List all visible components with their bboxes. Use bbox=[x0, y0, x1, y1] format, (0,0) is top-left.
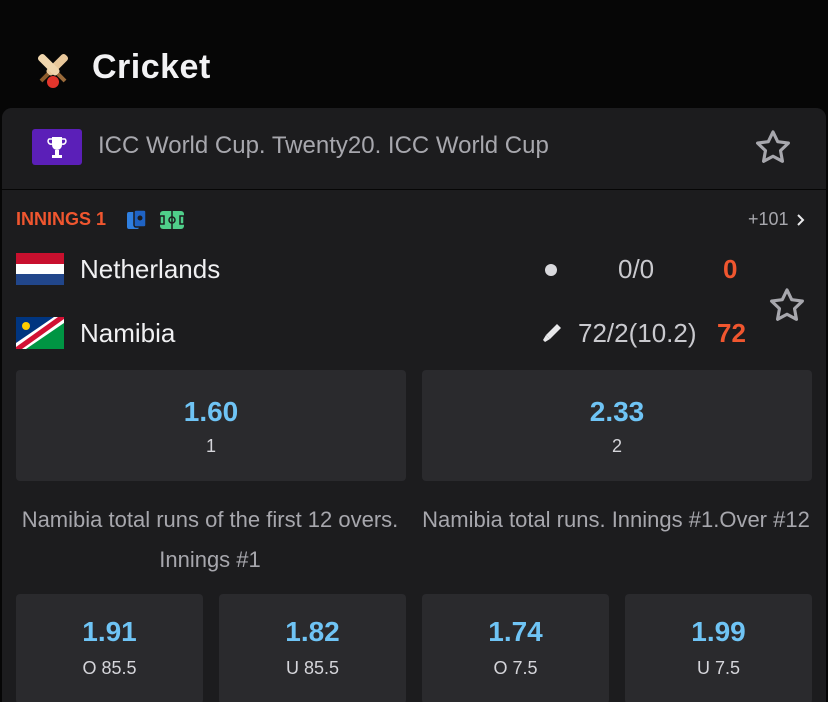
team-detail-away: 72/2(10.2) bbox=[578, 318, 697, 348]
league-header[interactable]: ICC World Cup. Twenty20. ICC World Cup bbox=[2, 108, 826, 190]
odd-label: U 85.5 bbox=[285, 658, 340, 678]
team-score-away: 72 bbox=[717, 318, 746, 348]
odd-value: 1.99 bbox=[691, 616, 746, 647]
odd-button-under[interactable]: 1.82 U 85.5 bbox=[219, 594, 406, 702]
team-detail-home: 0/0 bbox=[618, 254, 655, 284]
page-title: Cricket bbox=[92, 48, 211, 86]
team-name-away: Namibia bbox=[80, 318, 176, 348]
trophy-icon bbox=[47, 137, 67, 158]
field-icon bbox=[159, 211, 185, 229]
market-title: Namibia total runs of the first 12 overs… bbox=[21, 507, 399, 572]
odd-button-away[interactable]: 2.33 2 bbox=[422, 370, 812, 481]
netherlands-flag-icon bbox=[16, 253, 64, 285]
odd-button-home[interactable]: 1.60 1 bbox=[16, 370, 406, 481]
innings-status: INNINGS 1 bbox=[16, 209, 107, 229]
odd-label: U 7.5 bbox=[696, 658, 741, 678]
page-header: Cricket bbox=[0, 0, 828, 108]
more-markets-link[interactable]: +101 bbox=[748, 209, 789, 230]
odd-value: 1.74 bbox=[488, 616, 543, 647]
odd-value: 1.60 bbox=[183, 396, 239, 427]
star-outline-icon[interactable] bbox=[752, 127, 794, 169]
market-title: Namibia total runs. Innings #1.Over #12 bbox=[422, 507, 810, 532]
odd-button-over[interactable]: 1.74 O 7.5 bbox=[422, 594, 609, 702]
star-outline-icon[interactable] bbox=[766, 285, 808, 327]
league-name: ICC World Cup. Twenty20. ICC World Cup bbox=[98, 132, 549, 159]
odd-value: 1.82 bbox=[285, 616, 340, 647]
odd-label: 1 bbox=[205, 436, 216, 456]
odd-value: 2.33 bbox=[589, 396, 645, 427]
odd-label: O 85.5 bbox=[82, 658, 137, 678]
ball-dot-icon bbox=[545, 264, 557, 276]
cards-icon bbox=[127, 209, 147, 229]
odd-value: 1.91 bbox=[82, 616, 137, 647]
odd-label: O 7.5 bbox=[493, 658, 538, 678]
bat-icon bbox=[543, 324, 561, 342]
odd-button-under[interactable]: 1.99 U 7.5 bbox=[625, 594, 812, 702]
team-score-home: 0 bbox=[723, 254, 738, 284]
chevron-right-icon[interactable] bbox=[794, 211, 808, 229]
odd-button-over[interactable]: 1.91 O 85.5 bbox=[16, 594, 203, 702]
league-logo bbox=[32, 129, 82, 165]
namibia-flag-icon bbox=[16, 317, 64, 349]
team-name-home: Netherlands bbox=[80, 254, 221, 284]
odd-label: 2 bbox=[611, 436, 622, 456]
cricket-bat-ball-icon bbox=[37, 53, 69, 88]
